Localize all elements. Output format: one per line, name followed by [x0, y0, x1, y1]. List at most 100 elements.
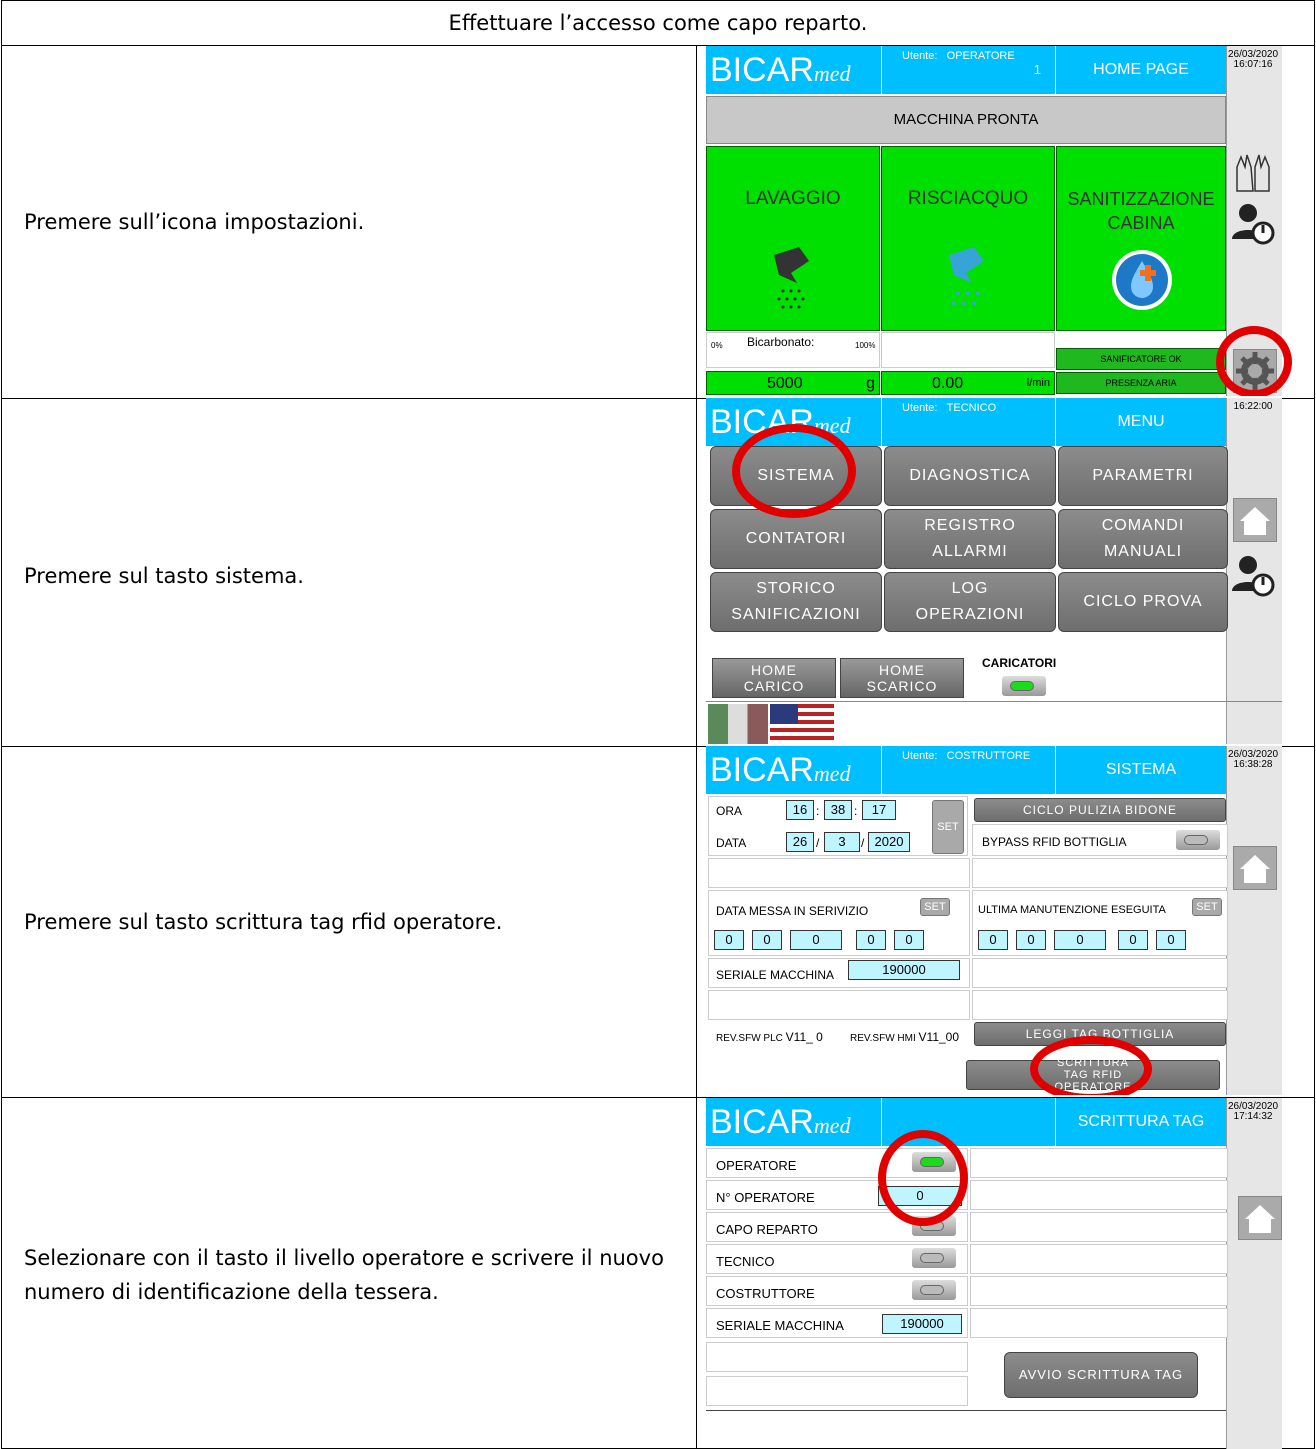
step-2-text: Premere sul tasto sistema. — [24, 564, 304, 588]
bicar-logo: BICARmed — [706, 46, 882, 94]
manut-year[interactable]: 0 — [1054, 930, 1106, 950]
user-box: Utente: OPERATORE 1 — [882, 46, 1056, 94]
divider — [706, 1410, 1226, 1411]
home-carico-button[interactable]: HOME CARICO — [712, 658, 836, 698]
log-operazioni-button[interactable]: LOG OPERAZIONI — [884, 572, 1056, 632]
rev-plc: REV.SFW PLC V11_ 0 — [716, 1030, 823, 1044]
divider — [706, 701, 1282, 702]
ora-hours[interactable]: 16 — [786, 800, 814, 820]
caricatori-label: CARICATORI — [982, 656, 1057, 670]
storico-sanificazioni-button[interactable]: STORICO SANIFICAZIONI — [710, 572, 882, 632]
comandi-manuali-button[interactable]: COMANDI MANUALI — [1058, 509, 1228, 569]
step-4-text: Selezionare con il tasto il livello oper… — [24, 1246, 664, 1304]
risciacquo-tile[interactable]: RISCIACQUO — [881, 146, 1055, 331]
ora-minutes[interactable]: 38 — [824, 800, 852, 820]
home-button[interactable] — [1238, 1196, 1282, 1240]
seriale-field[interactable]: 190000 — [882, 1314, 962, 1334]
set-datetime-button[interactable]: SET — [932, 800, 964, 854]
highlight-circle — [878, 1130, 968, 1226]
presenza-aria: PRESENZA ARIA — [1056, 372, 1226, 394]
costruttore-toggle[interactable] — [912, 1280, 956, 1300]
risciacquo-label: RISCIACQUO — [907, 188, 1029, 209]
time-sep: : — [854, 804, 858, 818]
set-messa-button[interactable]: SET — [920, 898, 950, 916]
italian-flag-icon[interactable] — [708, 704, 768, 744]
gloves-icon — [1236, 154, 1270, 192]
parametri-button[interactable]: PARAMETRI — [1058, 446, 1228, 506]
home-icon — [1245, 1205, 1275, 1233]
home-button[interactable] — [1233, 498, 1277, 542]
usa-flag-icon[interactable] — [770, 704, 834, 744]
home-icon — [1240, 507, 1270, 535]
time-sep: : — [816, 804, 820, 818]
user-logout-icon[interactable] — [1231, 553, 1275, 597]
hmi-menu-screen: BICARmed Utente: TECNICO MENU 16:22:00 S… — [706, 398, 1316, 744]
contatori-button[interactable]: CONTATORI — [710, 509, 882, 569]
ciclo-prova-button[interactable]: CICLO PROVA — [1058, 572, 1228, 632]
flow-value: 0.00 l/min — [881, 371, 1055, 395]
data-day[interactable]: 26 — [786, 832, 814, 852]
clock: 26/03/2020 16:07:16 — [1228, 49, 1279, 70]
diagnostica-button[interactable]: DIAGNOSTICA — [884, 446, 1056, 506]
messa-day[interactable]: 0 — [714, 930, 744, 950]
rinse-icon — [949, 247, 984, 305]
empty-cell — [972, 958, 1228, 988]
seriale-label: SERIALE MACCHINA — [716, 1318, 844, 1333]
empty-cell — [970, 1180, 1228, 1210]
seriale-field[interactable]: 190000 — [848, 960, 960, 980]
caricatori-toggle[interactable] — [1002, 676, 1046, 696]
messa-minute[interactable]: 0 — [894, 930, 924, 950]
costruttore-label: COSTRUTTORE — [716, 1286, 815, 1301]
clock: 26/03/2020 16:38:28 — [1228, 749, 1279, 770]
step-3-text: Premere sul tasto scrittura tag rfid ope… — [24, 910, 503, 934]
home-button[interactable] — [1233, 846, 1277, 890]
empty-cell — [972, 990, 1228, 1020]
manut-label: ULTIMA MANUTENZIONE ESEGUITA — [978, 904, 1166, 916]
column-divider — [696, 45, 697, 1448]
clock: 16:22:00 — [1233, 401, 1273, 412]
sanitizzazione-label: SANITIZZAZIONE CABINA — [1067, 189, 1215, 233]
sanitizzazione-tile[interactable]: SANITIZZAZIONE CABINA — [1056, 146, 1226, 331]
bicar-logo: BICARmed — [706, 1098, 882, 1146]
sidebar — [1226, 1098, 1282, 1449]
bicarb-value: 5000 g — [706, 371, 880, 395]
tecnico-toggle[interactable] — [912, 1248, 956, 1268]
page-title: SISTEMA — [1056, 746, 1226, 794]
procedure-title: Effettuare l’accesso come capo reparto. — [448, 11, 868, 35]
messa-month[interactable]: 0 — [752, 930, 782, 950]
empty-cell — [970, 1244, 1228, 1274]
registro-allarmi-button[interactable]: REGISTRO ALLARMI — [884, 509, 1056, 569]
rev-hmi: REV.SFW HMI V11_00 — [850, 1030, 960, 1044]
manut-hour[interactable]: 0 — [1118, 930, 1148, 950]
bypass-label: BYPASS RFID BOTTIGLIA — [982, 835, 1127, 849]
set-manut-button[interactable]: SET — [1192, 898, 1222, 916]
hmi-sistema-screen: BICARmed Utente: COSTRUTTORE SISTEMA 26/… — [706, 746, 1316, 1095]
avvio-scrittura-button[interactable]: AVVIO SCRITTURA TAG — [1004, 1352, 1198, 1398]
messa-hour[interactable]: 0 — [856, 930, 886, 950]
bypass-toggle[interactable] — [1176, 830, 1220, 850]
manut-minute[interactable]: 0 — [1156, 930, 1186, 950]
data-label: DATA — [716, 836, 747, 850]
empty-cell — [708, 990, 970, 1020]
ciclo-pulizia-button[interactable]: CICLO PULIZIA BIDONE — [974, 798, 1226, 822]
lavaggio-tile[interactable]: LAVAGGIO — [706, 146, 880, 331]
home-scarico-button[interactable]: HOME SCARICO — [840, 658, 964, 698]
user-logout-icon[interactable] — [1231, 201, 1275, 245]
bicar-logo: BICARmed — [706, 746, 882, 794]
manut-month[interactable]: 0 — [1016, 930, 1046, 950]
empty-cell — [970, 1308, 1228, 1338]
bicarb-label: Bicarbonato: — [747, 335, 815, 349]
highlight-circle — [1030, 1036, 1152, 1095]
messa-year[interactable]: 0 — [790, 930, 842, 950]
user-box: Utente: TECNICO — [882, 398, 1056, 446]
hmi-scrittura-tag-screen: BICARmed SCRITTURA TAG 26/03/2020 17:14:3… — [706, 1098, 1316, 1449]
ora-seconds[interactable]: 17 — [862, 800, 896, 820]
manut-day[interactable]: 0 — [978, 930, 1008, 950]
clock: 26/03/2020 17:14:32 — [1228, 1101, 1279, 1122]
data-month[interactable]: 3 — [824, 832, 860, 852]
empty-cell — [970, 1276, 1228, 1306]
date-sep: / — [861, 836, 865, 850]
messa-label: DATA MESSA IN SERIVIZIO — [716, 904, 869, 918]
data-year[interactable]: 2020 — [868, 832, 910, 852]
hmi-home-screen: BICARmed Utente: OPERATORE 1 HOME PAGE 26… — [706, 46, 1316, 396]
